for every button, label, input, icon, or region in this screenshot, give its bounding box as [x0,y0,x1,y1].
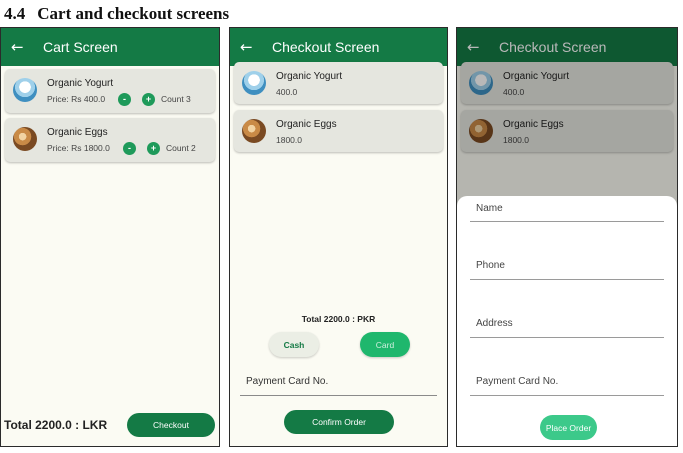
field-underline [470,395,664,396]
field-underline [470,279,664,280]
payment-card-field[interactable]: Payment Card No. [476,376,558,387]
cart-screen: ← Cart Screen Organic Yogurt Price: Rs 4… [0,27,220,447]
app-bar: ← Cart Screen [1,28,219,66]
eggs-thumbnail [13,127,37,151]
place-order-button[interactable]: Place Order [540,415,597,440]
cart-total: Total 2200.0 : LKR [4,418,108,432]
app-bar: ← Checkout Screen [230,28,447,66]
increase-button[interactable]: + [147,142,160,155]
payment-card-field[interactable]: Payment Card No. [246,376,328,387]
screen-title: Cart Screen [43,39,118,55]
item-count: Count 3 [161,94,191,104]
cart-item: Organic Yogurt Price: Rs 400.0 - + Count… [5,69,215,113]
card-button[interactable]: Card [360,332,410,357]
product-price: 400.0 [276,87,298,97]
cash-button[interactable]: Cash [269,332,319,357]
yogurt-thumbnail [242,71,266,95]
checkout-button[interactable]: Checkout [127,413,215,437]
yogurt-thumbnail [13,78,37,102]
arrow-left-icon[interactable]: ← [11,38,31,56]
section-number: 4.4 [4,4,26,23]
field-underline [240,395,437,396]
order-item: Organic Yogurt 400.0 [234,62,443,104]
decrease-button[interactable]: - [123,142,136,155]
product-price: Price: Rs 1800.0 [47,143,110,153]
field-underline [470,337,664,338]
field-underline [470,221,664,222]
checkout-screen: ← Checkout Screen Organic Yogurt 400.0 O… [229,27,448,447]
eggs-thumbnail [242,119,266,143]
name-field[interactable]: Name [476,203,503,214]
confirm-order-button[interactable]: Confirm Order [284,410,394,434]
screen-title: Checkout Screen [272,39,380,55]
product-name: Organic Yogurt [47,78,114,89]
cart-item: Organic Eggs Price: Rs 1800.0 - + Count … [5,118,215,162]
order-form-screen: ← Checkout Screen Organic Yogurt 400.0 O… [456,27,678,447]
product-price: 1800.0 [276,135,302,145]
product-name: Organic Eggs [276,119,337,130]
arrow-left-icon[interactable]: ← [240,38,260,56]
section-title: Cart and checkout screens [37,4,230,23]
order-form-sheet: Name Phone Address Payment Card No. Plac… [457,196,677,446]
increase-button[interactable]: + [142,93,155,106]
decrease-button[interactable]: - [118,93,131,106]
product-name: Organic Yogurt [276,71,343,82]
section-heading: 4.4 Cart and checkout screens [4,4,229,24]
product-name: Organic Eggs [47,127,108,138]
address-field[interactable]: Address [476,318,513,329]
order-item: Organic Eggs 1800.0 [234,110,443,152]
product-price: Price: Rs 400.0 [47,94,106,104]
order-total: Total 2200.0 : PKR [301,314,376,324]
item-count: Count 2 [166,143,196,153]
phone-field[interactable]: Phone [476,260,505,271]
